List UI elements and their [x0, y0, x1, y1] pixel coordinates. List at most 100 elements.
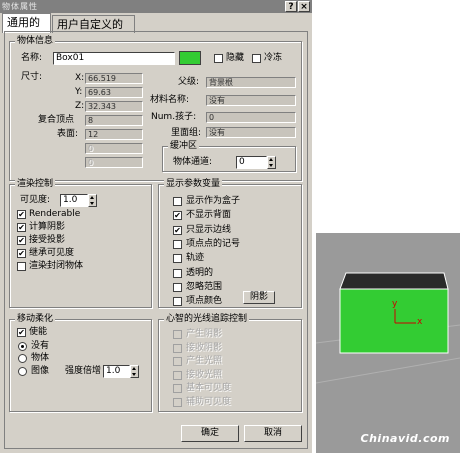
name-input[interactable]: Box01: [53, 52, 175, 65]
dim-y-label: Y:: [75, 87, 83, 97]
box-top-face: [339, 272, 449, 290]
render-option-label: 接受投影: [29, 235, 66, 245]
name-label: 名称:: [21, 53, 43, 63]
raytrace-option-checkbox[interactable]: [173, 357, 182, 366]
children-value: 0: [206, 112, 296, 123]
raytrace-option-checkbox[interactable]: [173, 370, 182, 380]
display-option-checkbox[interactable]: ✔: [173, 225, 182, 235]
display-option-checkbox[interactable]: [173, 197, 182, 206]
motion-blur-enabled-checkbox[interactable]: ✔: [17, 328, 26, 337]
raytrace-option-label: 产生光照: [186, 356, 223, 366]
render-option-label: 继承可见度: [29, 248, 75, 258]
render-option-checkbox[interactable]: ✔: [17, 223, 26, 232]
motion-blur-image-label: 图像: [31, 366, 50, 376]
hide-label: 隐藏: [226, 53, 245, 63]
motion-blur-enabled-label: 使能: [29, 327, 48, 337]
display-option-label: 轨迹: [186, 253, 205, 264]
faces-label: 表面:: [57, 129, 79, 139]
display-option-checkbox[interactable]: [173, 297, 182, 307]
dim-z-label: Z:: [75, 101, 85, 111]
display-option-checkbox[interactable]: [173, 239, 182, 249]
display-option-label: 忽略范围: [186, 281, 223, 292]
in-group-value: 没有: [206, 127, 296, 138]
motion-blur-image-radio[interactable]: [18, 367, 27, 376]
y-axis-label: y: [392, 299, 398, 309]
render-control-title: 渲染控制: [15, 179, 56, 190]
render-option-checkbox[interactable]: [17, 262, 26, 271]
g-buffer-title: 缓冲区: [168, 141, 200, 152]
grid-line: [315, 357, 460, 384]
multiplier-label: 强度倍增: [65, 366, 102, 376]
raytrace-option-label: 接收光照: [186, 369, 223, 380]
vertices-label: 复合顶点: [38, 115, 75, 125]
object-info-title: 物体信息: [15, 36, 56, 47]
display-option-checkbox[interactable]: ✔: [173, 211, 182, 221]
freeze-label: 冷冻: [264, 53, 283, 63]
title-bar[interactable]: 物体属性 ? ×: [0, 0, 312, 13]
viewport-scene: [315, 272, 460, 384]
channel-label: 物体通道:: [173, 157, 213, 167]
display-option-label: 透明的: [186, 267, 214, 278]
render-option-checkbox[interactable]: ✔: [17, 249, 26, 258]
channel-input[interactable]: 0: [236, 156, 267, 169]
ok-button[interactable]: 确定: [181, 425, 239, 442]
material-value: 没有: [206, 95, 296, 106]
render-option-checkbox[interactable]: ✔: [17, 236, 26, 245]
window-title: 物体属性: [2, 2, 38, 11]
raytrace-option-checkbox[interactable]: [173, 343, 182, 353]
display-option-checkbox[interactable]: [173, 282, 182, 292]
display-option-label: 项点颜色: [186, 296, 223, 307]
render-option-label: 渲染封闭物体: [29, 261, 84, 271]
dim-x-value: 66.519: [85, 73, 143, 84]
display-option-checkbox[interactable]: [173, 268, 182, 278]
raytrace-option-label: 基本可见度: [186, 383, 232, 393]
cancel-button[interactable]: 取消: [244, 425, 302, 442]
close-button[interactable]: ×: [298, 1, 310, 12]
tab-general[interactable]: 通用的: [2, 13, 51, 33]
render-option-label: 计算阴影: [29, 222, 66, 232]
channel-spinner[interactable]: [267, 156, 276, 169]
dim-z-value: 32.343: [85, 101, 143, 112]
blank-field-1: 0: [85, 143, 143, 154]
render-option-label: Renderable: [29, 209, 81, 219]
multiplier-input[interactable]: 1.0: [103, 365, 130, 378]
raytrace-option-label: 辅助可见度: [186, 396, 232, 407]
display-option-label: 只显示边线: [186, 224, 232, 235]
motion-blur-object-label: 物体: [31, 353, 50, 363]
dimensions-label: 尺寸:: [21, 72, 43, 82]
dim-x-label: X:: [75, 73, 85, 83]
motion-blur-none-radio[interactable]: [18, 342, 27, 351]
display-option-checkbox[interactable]: [173, 254, 182, 264]
tab-panel: 物体信息 名称: Box01 隐藏 冷冻 尺寸: X: 66.519 Y: 69…: [4, 31, 308, 449]
vertices-value: 8: [85, 115, 143, 126]
raytrace-option-checkbox[interactable]: [173, 397, 182, 407]
parent-label: 父级:: [178, 77, 200, 87]
help-button[interactable]: ?: [285, 1, 297, 12]
freeze-checkbox[interactable]: [252, 54, 261, 63]
visibility-spinner[interactable]: [88, 194, 97, 207]
raytrace-control-title: 心智的光线追踪控制: [164, 314, 250, 325]
blank-field-2: 0: [85, 157, 143, 168]
faces-value: 12: [85, 129, 143, 140]
material-label: 材料名称:: [150, 95, 190, 105]
object-color-swatch[interactable]: [179, 51, 201, 65]
motion-blur-none-label: 没有: [31, 341, 50, 351]
display-option-label: 不显示背面: [186, 210, 232, 221]
raytrace-option-checkbox[interactable]: [173, 330, 182, 339]
shade-button[interactable]: 阴影: [243, 291, 275, 304]
watermark: Chinavid.com: [360, 432, 450, 445]
x-axis-label: x: [417, 317, 423, 327]
object-properties-dialog: 物体属性 ? × 通用的 用户自定义的 物体信息 名称: Box01 隐藏 冷冻…: [0, 0, 312, 453]
render-option-checkbox[interactable]: ✔: [17, 210, 26, 219]
children-label: Num.孩子:: [151, 112, 197, 122]
motion-blur-object-radio[interactable]: [18, 354, 27, 363]
hide-checkbox[interactable]: [214, 54, 223, 63]
multiplier-spinner[interactable]: [130, 365, 139, 378]
dim-y-value: 69.63: [85, 87, 143, 98]
display-option-label: 项点点的记号: [186, 238, 241, 249]
raytrace-option-label: 产生阴影: [186, 329, 223, 339]
visibility-label: 可见度:: [20, 195, 51, 205]
visibility-input[interactable]: 1.0: [60, 194, 88, 207]
3d-viewport[interactable]: y x Chinavid.com: [315, 233, 460, 453]
raytrace-option-checkbox[interactable]: [173, 384, 182, 393]
